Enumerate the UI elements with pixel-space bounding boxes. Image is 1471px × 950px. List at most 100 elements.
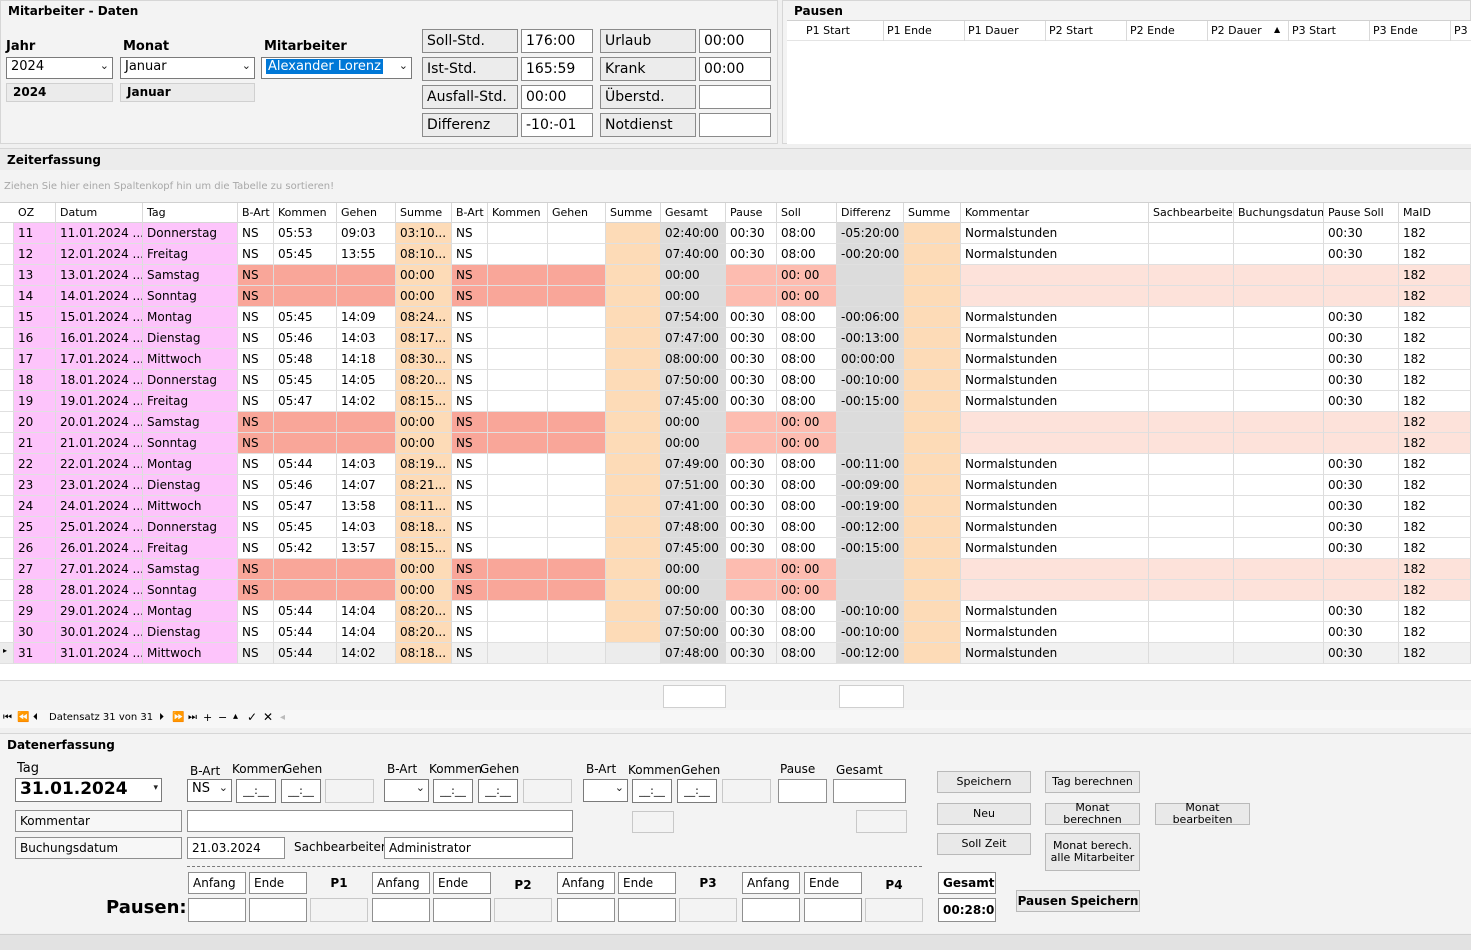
grid-cell[interactable]: [488, 517, 548, 538]
tag-date-picker[interactable]: 31.01.2024 ▾: [15, 778, 162, 802]
grid-cell[interactable]: 182: [1399, 391, 1471, 412]
gehen2-input[interactable]: __:__: [478, 779, 518, 803]
grid-cell[interactable]: 07:49:00: [661, 454, 726, 475]
p2-ende-input[interactable]: [433, 898, 491, 922]
tag-berechnen-button[interactable]: Tag berechnen: [1045, 771, 1140, 793]
grid-cell[interactable]: 14:09: [337, 307, 396, 328]
grid-cell[interactable]: 07:45:00: [661, 538, 726, 559]
grid-cell[interactable]: Dienstag: [143, 475, 238, 496]
grid-cell[interactable]: NS: [452, 370, 488, 391]
grid-cell[interactable]: 08:00: [777, 223, 837, 244]
grid-cell[interactable]: [961, 433, 1149, 454]
bart1-select[interactable]: NS ⌄: [187, 779, 232, 802]
grid-cell[interactable]: Normalstunden: [961, 244, 1149, 265]
grid-cell[interactable]: 00:30: [726, 622, 777, 643]
grid-cell[interactable]: 00:30: [726, 223, 777, 244]
grid-cell[interactable]: [606, 475, 661, 496]
grid-cell[interactable]: Normalstunden: [961, 643, 1149, 664]
grid-cell[interactable]: 00:30: [726, 496, 777, 517]
grid-cell[interactable]: 14:02: [337, 391, 396, 412]
grid-cell[interactable]: NS: [238, 559, 274, 580]
grid-cell[interactable]: [1234, 349, 1324, 370]
p4-ende-input[interactable]: [804, 898, 862, 922]
prev-page-icon[interactable]: ⏪: [17, 712, 29, 723]
kommen3-input[interactable]: __:__: [632, 779, 672, 803]
bart3-select[interactable]: ⌄: [583, 779, 628, 802]
grid-cell[interactable]: 182: [1399, 454, 1471, 475]
grid-cell[interactable]: 08:18...: [396, 517, 452, 538]
row-indicator[interactable]: [0, 433, 14, 454]
grid-cell[interactable]: 00:00: [396, 286, 452, 307]
grid-cell[interactable]: [488, 643, 548, 664]
grid-cell[interactable]: 08:24...: [396, 307, 452, 328]
grid-cell[interactable]: Normalstunden: [961, 454, 1149, 475]
grid-cell[interactable]: [488, 538, 548, 559]
grid-cell[interactable]: [1324, 412, 1399, 433]
grid-cell[interactable]: 00: 00: [777, 265, 837, 286]
grid-cell[interactable]: 05:44: [274, 622, 337, 643]
grid-cell[interactable]: [904, 559, 961, 580]
grid-cell[interactable]: 08:00: [777, 307, 837, 328]
grid-cell[interactable]: 182: [1399, 244, 1471, 265]
first-record-icon[interactable]: ⏮: [3, 712, 12, 723]
kommentar-input[interactable]: [187, 810, 573, 832]
grid-cell[interactable]: [606, 433, 661, 454]
grid-cell[interactable]: [726, 580, 777, 601]
row-indicator[interactable]: [0, 370, 14, 391]
row-indicator[interactable]: [0, 454, 14, 475]
grid-cell[interactable]: NS: [238, 391, 274, 412]
grid-cell[interactable]: NS: [452, 496, 488, 517]
grid-cell[interactable]: 05:47: [274, 496, 337, 517]
p3-anfang-input[interactable]: [557, 898, 615, 922]
grid-cell[interactable]: [548, 244, 606, 265]
grid-cell[interactable]: [1149, 370, 1234, 391]
grid-cell[interactable]: Normalstunden: [961, 370, 1149, 391]
grid-cell[interactable]: 17: [14, 349, 56, 370]
grid-cell[interactable]: NS: [238, 265, 274, 286]
grid-cell[interactable]: Mittwoch: [143, 349, 238, 370]
grid-cell[interactable]: [1234, 265, 1324, 286]
grid-column-header[interactable]: Sachbearbeiter: [1149, 203, 1234, 223]
grid-cell[interactable]: 182: [1399, 328, 1471, 349]
grid-cell[interactable]: 14:03: [337, 517, 396, 538]
grid-cell[interactable]: [1149, 475, 1234, 496]
grid-cell[interactable]: 182: [1399, 265, 1471, 286]
grid-cell[interactable]: -00:12:00: [837, 643, 904, 664]
grid-cell[interactable]: [904, 244, 961, 265]
grid-cell[interactable]: [1149, 517, 1234, 538]
grid-cell[interactable]: 00:30: [726, 307, 777, 328]
grid-cell[interactable]: Montag: [143, 601, 238, 622]
grid-cell[interactable]: Normalstunden: [961, 223, 1149, 244]
grid-cell[interactable]: [488, 433, 548, 454]
grid-cell[interactable]: 08:20...: [396, 370, 452, 391]
grid-cell[interactable]: [548, 496, 606, 517]
grid-cell[interactable]: 182: [1399, 601, 1471, 622]
grid-cell[interactable]: 00:30: [726, 643, 777, 664]
grid-cell[interactable]: 07:48:00: [661, 517, 726, 538]
grid-cell[interactable]: 00:30: [1324, 538, 1399, 559]
grid-cell[interactable]: 07:41:00: [661, 496, 726, 517]
soll-zeit-button[interactable]: Soll Zeit: [937, 833, 1031, 855]
grid-cell[interactable]: 05:45: [274, 307, 337, 328]
grid-cell[interactable]: NS: [238, 517, 274, 538]
grid-cell[interactable]: [488, 244, 548, 265]
grid-cell[interactable]: Normalstunden: [961, 391, 1149, 412]
grid-cell[interactable]: NS: [238, 496, 274, 517]
grid-cell[interactable]: [837, 559, 904, 580]
grid-cell[interactable]: [548, 559, 606, 580]
row-indicator[interactable]: [0, 391, 14, 412]
grid-cell[interactable]: [1149, 286, 1234, 307]
grid-cell[interactable]: NS: [452, 454, 488, 475]
grid-cell[interactable]: [606, 643, 661, 664]
grid-cell[interactable]: [904, 286, 961, 307]
grid-cell[interactable]: Samstag: [143, 265, 238, 286]
grid-cell[interactable]: -00:10:00: [837, 622, 904, 643]
next-record-icon[interactable]: ⏵: [159, 712, 164, 723]
grid-cell[interactable]: [1234, 496, 1324, 517]
grid-cell[interactable]: Normalstunden: [961, 349, 1149, 370]
grid-cell[interactable]: [488, 454, 548, 475]
grid-cell[interactable]: [904, 412, 961, 433]
grid-cell[interactable]: Normalstunden: [961, 475, 1149, 496]
grid-cell[interactable]: [837, 433, 904, 454]
grid-cell[interactable]: 08:00: [777, 517, 837, 538]
